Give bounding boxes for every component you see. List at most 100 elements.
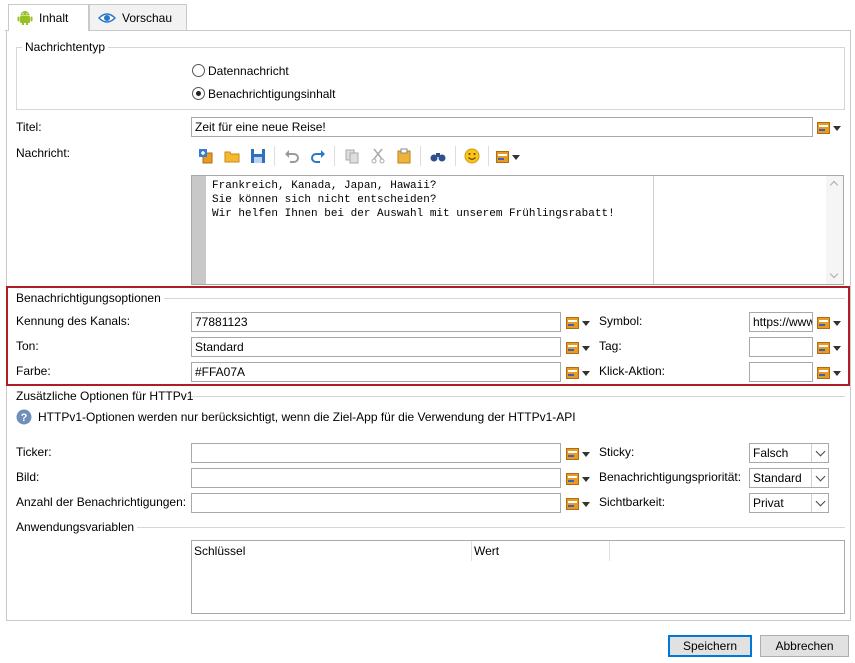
ticker-input[interactable] (191, 443, 561, 463)
personalize-icon (817, 317, 830, 329)
chevron-down-icon[interactable] (811, 494, 828, 512)
toolbar-separator (488, 146, 489, 166)
dropdown-arrow-icon (582, 451, 590, 457)
personalize-icon (566, 317, 579, 329)
cancel-button[interactable]: Abbrechen (760, 635, 849, 657)
httpv1-legend: Zusätzliche Optionen für HTTPv1 (16, 389, 194, 403)
personalize-icon (566, 473, 579, 485)
radio-notification-content-label: Benachrichtigungsinhalt (208, 87, 336, 101)
chevron-down-icon[interactable] (811, 444, 828, 462)
dropdown-arrow-icon (582, 370, 590, 376)
color-personalize-button[interactable] (566, 364, 594, 382)
message-label: Nachricht: (16, 146, 71, 160)
dropdown-arrow-icon (582, 320, 590, 326)
tab-inhalt[interactable]: Inhalt (8, 4, 89, 31)
sticky-select[interactable]: Falsch (749, 443, 829, 463)
count-personalize-button[interactable] (566, 495, 594, 513)
undo-icon[interactable] (284, 148, 300, 164)
image-input[interactable] (191, 468, 561, 488)
click-action-input[interactable] (749, 362, 813, 382)
ticker-personalize-button[interactable] (566, 445, 594, 463)
image-label: Bild: (16, 470, 40, 484)
scroll-up-icon[interactable] (829, 180, 839, 190)
httpv1-info-text: HTTPv1-Optionen werden nur berücksichtig… (38, 410, 576, 424)
svg-text:?: ? (21, 412, 28, 424)
httpv1-rule (178, 396, 845, 397)
message-type-legend: Nachrichtentyp (22, 40, 109, 54)
radio-data-message-label: Datennachricht (208, 64, 289, 78)
scroll-down-icon[interactable] (829, 269, 839, 279)
title-personalize-button[interactable] (817, 119, 845, 137)
radio-data-message[interactable] (192, 64, 205, 77)
insert-field-icon[interactable] (198, 148, 214, 164)
emoji-icon[interactable] (464, 148, 480, 164)
message-personalize-button[interactable] (496, 148, 524, 166)
app-variables-table[interactable]: Schlüssel Wert (191, 540, 845, 614)
redo-icon[interactable] (310, 148, 326, 164)
count-input[interactable] (191, 493, 561, 513)
message-type-group (16, 47, 845, 110)
click-action-personalize-button[interactable] (817, 364, 845, 382)
open-folder-icon[interactable] (224, 148, 240, 164)
editor-scrollbar[interactable] (826, 176, 843, 284)
tab-vorschau[interactable]: Vorschau (89, 4, 187, 30)
dropdown-arrow-icon (833, 370, 841, 376)
chevron-down-icon[interactable] (811, 469, 828, 487)
tag-personalize-button[interactable] (817, 339, 845, 357)
sticky-label: Sticky: (599, 445, 635, 459)
save-icon[interactable] (250, 148, 266, 164)
column-header-key[interactable]: Schlüssel (192, 541, 472, 561)
tab-inhalt-label: Inhalt (39, 11, 69, 25)
message-editor[interactable]: Frankreich, Kanada, Japan, Hawaii? Sie kö… (191, 175, 844, 285)
sound-personalize-button[interactable] (566, 339, 594, 357)
personalize-icon (496, 151, 509, 163)
personalize-icon (566, 498, 579, 510)
sound-input[interactable]: Standard (191, 337, 561, 357)
app-variables-rule (137, 527, 845, 528)
message-line: Frankreich, Kanada, Japan, Hawaii? (212, 180, 437, 192)
save-button[interactable]: Speichern (668, 635, 752, 657)
personalize-icon (817, 342, 830, 354)
visibility-value: Privat (753, 496, 784, 510)
symbol-input[interactable]: https://www (749, 312, 813, 332)
priority-label: Benachrichtigungspriorität: (599, 470, 742, 484)
title-label: Titel: (16, 120, 42, 134)
info-icon: ? (16, 409, 32, 425)
color-input[interactable]: #FFA07A (191, 362, 561, 382)
app-variables-legend: Anwendungsvariablen (16, 520, 135, 534)
visibility-select[interactable]: Privat (749, 493, 829, 513)
dropdown-arrow-icon (582, 476, 590, 482)
editor-gutter (192, 176, 206, 284)
title-input[interactable]: Zeit für eine neue Reise! (191, 117, 813, 137)
cut-icon[interactable] (370, 148, 386, 164)
dropdown-arrow-icon (833, 125, 841, 131)
personalize-icon (566, 342, 579, 354)
channel-label: Kennung des Kanals: (16, 314, 131, 328)
tag-label: Tag: (599, 339, 622, 353)
find-binoculars-icon[interactable] (430, 148, 446, 164)
image-personalize-button[interactable] (566, 470, 594, 488)
symbol-personalize-button[interactable] (817, 314, 845, 332)
priority-select[interactable]: Standard (749, 468, 829, 488)
personalize-icon (566, 448, 579, 460)
tag-input[interactable] (749, 337, 813, 357)
dropdown-arrow-icon (582, 501, 590, 507)
color-label: Farbe: (16, 364, 51, 378)
ticker-label: Ticker: (16, 445, 52, 459)
message-text[interactable]: Frankreich, Kanada, Japan, Hawaii? Sie kö… (212, 179, 615, 221)
column-header-value[interactable]: Wert (472, 541, 610, 561)
toolbar-separator (274, 146, 275, 166)
channel-input[interactable]: 77881123 (191, 312, 561, 332)
android-icon (17, 11, 33, 25)
dropdown-arrow-icon (512, 154, 520, 160)
count-label: Anzahl der Benachrichtigungen: (16, 495, 187, 509)
paste-icon[interactable] (396, 148, 412, 164)
sound-label: Ton: (16, 339, 39, 353)
message-line: Sie können sich nicht entscheiden? (212, 194, 437, 206)
radio-notification-content[interactable] (192, 87, 205, 100)
toolbar-separator (420, 146, 421, 166)
copy-icon[interactable] (344, 148, 360, 164)
notification-options-legend: Benachrichtigungsoptionen (16, 291, 161, 305)
dropdown-arrow-icon (582, 345, 590, 351)
channel-personalize-button[interactable] (566, 314, 594, 332)
